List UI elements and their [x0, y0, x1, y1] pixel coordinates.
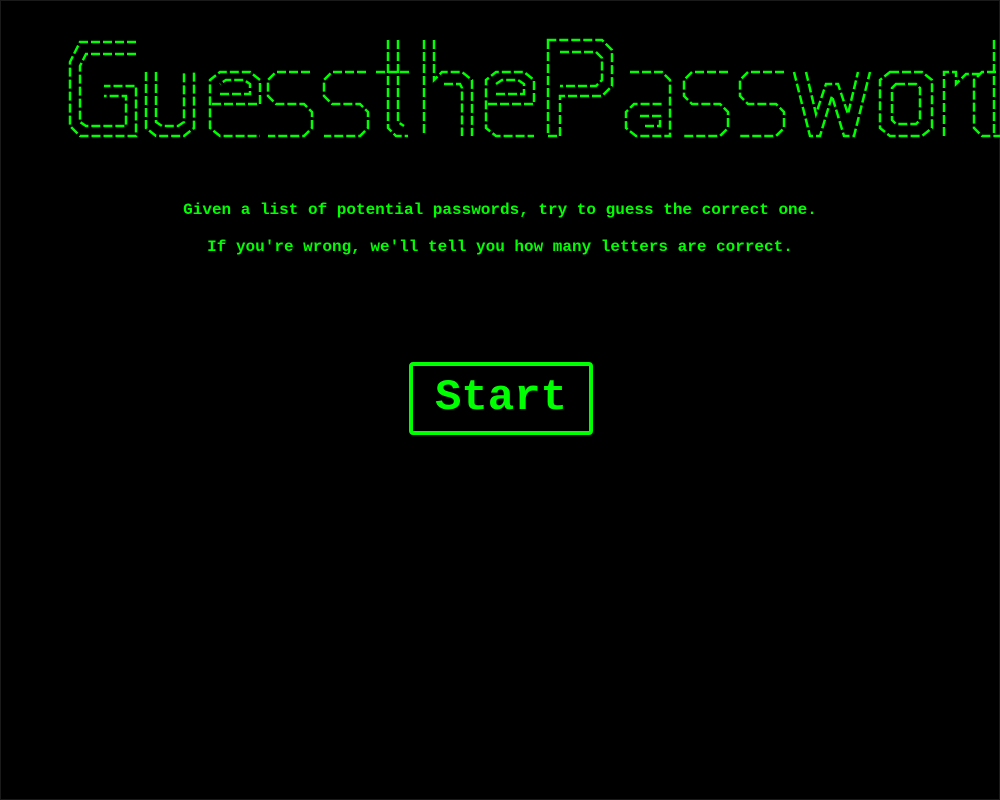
start-button[interactable]: Start [409, 362, 593, 435]
instructions: Given a list of potential passwords, try… [0, 192, 1000, 266]
ascii-art-title [64, 34, 1000, 146]
instruction-line-2: If you're wrong, we'll tell you how many… [207, 238, 793, 256]
instruction-line-1: Given a list of potential passwords, try… [183, 201, 817, 219]
